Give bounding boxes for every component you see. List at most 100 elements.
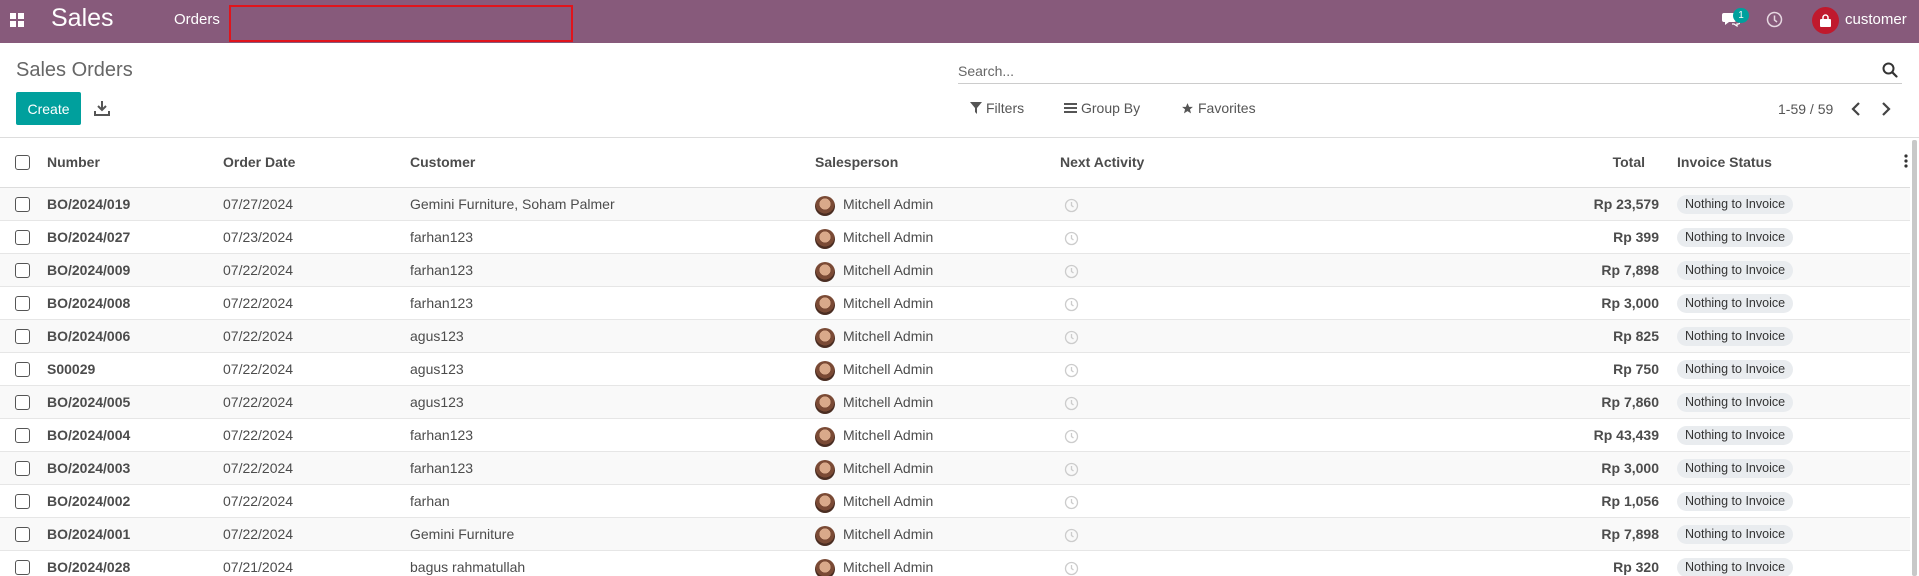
table-row[interactable]: BO/2024/019 07/27/2024 Gemini Furniture, S…	[0, 188, 1910, 221]
search-icon[interactable]	[1882, 62, 1898, 78]
header-next-activity[interactable]: Next Activity	[1060, 154, 1144, 170]
salesperson-name: Mitchell Admin	[843, 295, 934, 311]
chevron-left-icon[interactable]	[1848, 100, 1866, 118]
salesperson-name: Mitchell Admin	[843, 559, 934, 575]
activity-clock-icon[interactable]	[1064, 330, 1079, 345]
salesperson-name: Mitchell Admin	[843, 262, 934, 278]
pager-value[interactable]: 1-59 / 59	[1778, 101, 1833, 117]
salesperson-avatar	[815, 361, 835, 381]
chevron-right-icon[interactable]	[1876, 100, 1894, 118]
vertical-scrollbar[interactable]	[1912, 140, 1917, 576]
salesperson-avatar	[815, 460, 835, 480]
salesperson-name: Mitchell Admin	[843, 460, 934, 476]
menu-orders[interactable]: Orders	[174, 11, 220, 28]
activity-clock-icon[interactable]	[1064, 198, 1079, 213]
order-date: 07/23/2024	[223, 229, 294, 245]
activity-clock-icon[interactable]	[1064, 363, 1079, 378]
customer-name: farhan	[410, 493, 450, 509]
row-checkbox[interactable]	[15, 527, 30, 542]
filters-button[interactable]: Filters	[970, 100, 1024, 116]
row-checkbox[interactable]	[15, 197, 30, 212]
row-checkbox[interactable]	[15, 428, 30, 443]
header-number[interactable]: Number	[47, 154, 100, 170]
order-number: BO/2024/001	[47, 526, 131, 542]
chat-count-badge: 1	[1733, 8, 1749, 23]
order-date: 07/22/2024	[223, 427, 294, 443]
order-number: BO/2024/003	[47, 460, 131, 476]
salesperson-avatar	[815, 262, 835, 282]
order-total: Rp 320	[1613, 559, 1659, 575]
invoice-status-badge: Nothing to Invoice	[1677, 459, 1794, 478]
order-total: Rp 399	[1613, 229, 1659, 245]
invoice-status-badge: Nothing to Invoice	[1677, 525, 1794, 544]
header-salesperson[interactable]: Salesperson	[815, 154, 898, 170]
header-total[interactable]: Total	[1613, 154, 1645, 170]
row-checkbox[interactable]	[15, 395, 30, 410]
download-icon[interactable]	[93, 99, 111, 117]
bars-icon	[1064, 103, 1077, 113]
groupby-button[interactable]: Group By	[1064, 100, 1140, 116]
row-checkbox[interactable]	[15, 263, 30, 278]
orders-table: Number Order Date Customer Salesperson N…	[0, 137, 1919, 576]
row-checkbox[interactable]	[15, 230, 30, 245]
activity-clock-icon[interactable]	[1064, 231, 1079, 246]
table-row[interactable]: BO/2024/002 07/22/2024 farhan Mitchell Admi…	[0, 485, 1910, 518]
user-avatar[interactable]	[1812, 7, 1839, 34]
invoice-status-badge: Nothing to Invoice	[1677, 426, 1794, 445]
table-row[interactable]: S00029 07/22/2024 agus123 Mitchell Admin Rp …	[0, 353, 1910, 386]
apps-menu-icon[interactable]	[10, 13, 24, 27]
table-row[interactable]: BO/2024/004 07/22/2024 farhan123 Mitchell A…	[0, 419, 1910, 452]
activity-clock-icon[interactable]	[1064, 297, 1079, 312]
table-row[interactable]: BO/2024/008 07/22/2024 farhan123 Mitchell A…	[0, 287, 1910, 320]
salesperson-avatar	[815, 295, 835, 315]
order-total: Rp 1,056	[1601, 493, 1659, 509]
row-checkbox[interactable]	[15, 560, 30, 575]
activity-clock-icon[interactable]	[1064, 462, 1079, 477]
customer-name: agus123	[410, 328, 464, 344]
app-brand[interactable]: Sales	[51, 4, 114, 33]
activity-clock-icon[interactable]	[1064, 264, 1079, 279]
table-row[interactable]: BO/2024/005 07/22/2024 agus123 Mitchell Adm…	[0, 386, 1910, 419]
search-input[interactable]	[958, 60, 1858, 82]
salesperson-name: Mitchell Admin	[843, 526, 934, 542]
create-button[interactable]: Create	[16, 92, 81, 125]
table-row[interactable]: BO/2024/009 07/22/2024 farhan123 Mitchell A…	[0, 254, 1910, 287]
row-checkbox[interactable]	[15, 494, 30, 509]
row-checkbox[interactable]	[15, 362, 30, 377]
select-all-checkbox[interactable]	[15, 155, 30, 170]
row-checkbox[interactable]	[15, 296, 30, 311]
invoice-status-badge: Nothing to Invoice	[1677, 327, 1794, 346]
order-total: Rp 3,000	[1601, 295, 1659, 311]
table-row[interactable]: BO/2024/027 07/23/2024 farhan123 Mitchell A…	[0, 221, 1910, 254]
user-name[interactable]: customer	[1845, 11, 1907, 28]
activity-clock-icon[interactable]	[1766, 11, 1783, 28]
table-row[interactable]: BO/2024/001 07/22/2024 Gemini Furniture Mit…	[0, 518, 1910, 551]
table-row[interactable]: BO/2024/003 07/22/2024 farhan123 Mitchell A…	[0, 452, 1910, 485]
header-order-date[interactable]: Order Date	[223, 154, 295, 170]
page-title: Sales Orders	[16, 59, 133, 81]
order-number: S00029	[47, 361, 96, 377]
order-number: BO/2024/009	[47, 262, 131, 278]
header-customer[interactable]: Customer	[410, 154, 475, 170]
favorites-button[interactable]: Favorites	[1181, 100, 1256, 116]
activity-clock-icon[interactable]	[1064, 561, 1079, 576]
column-options-icon[interactable]	[1904, 154, 1908, 168]
order-date: 07/22/2024	[223, 262, 294, 278]
header-invoice-status[interactable]: Invoice Status	[1677, 154, 1772, 170]
table-row[interactable]: BO/2024/028 07/21/2024 bagus rahmatullah Mi…	[0, 551, 1910, 576]
salesperson-avatar	[815, 427, 835, 447]
customer-name: farhan123	[410, 427, 474, 443]
activity-clock-icon[interactable]	[1064, 429, 1079, 444]
activity-clock-icon[interactable]	[1064, 495, 1079, 510]
row-checkbox[interactable]	[15, 461, 30, 476]
salesperson-avatar	[815, 328, 835, 348]
order-total: Rp 23,579	[1593, 196, 1659, 212]
salesperson-avatar	[815, 493, 835, 513]
salesperson-avatar	[815, 526, 835, 546]
invoice-status-badge: Nothing to Invoice	[1677, 393, 1794, 412]
activity-clock-icon[interactable]	[1064, 396, 1079, 411]
filter-icon	[970, 102, 982, 114]
row-checkbox[interactable]	[15, 329, 30, 344]
activity-clock-icon[interactable]	[1064, 528, 1079, 543]
table-row[interactable]: BO/2024/006 07/22/2024 agus123 Mitchell Adm…	[0, 320, 1910, 353]
